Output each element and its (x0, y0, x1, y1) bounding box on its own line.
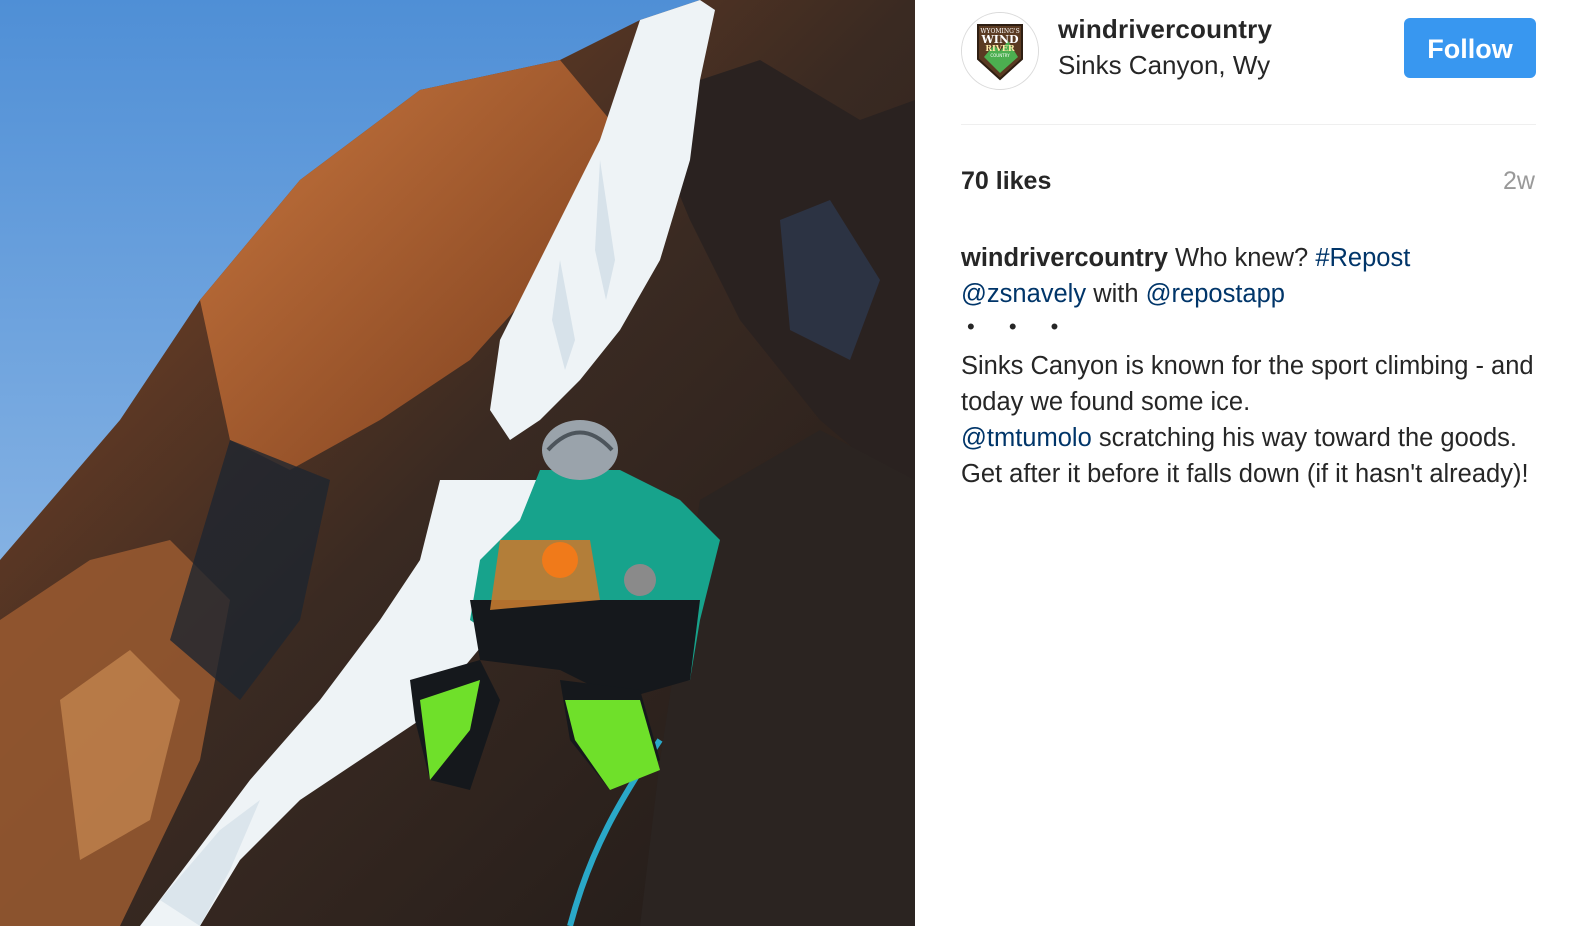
caption-with: with (1093, 280, 1139, 308)
post-location[interactable]: Sinks Canyon, Wy (1058, 50, 1270, 81)
instagram-post: WYOMING'S WIND RIVER COUNTRY windriverco… (0, 0, 1570, 926)
follow-button[interactable]: Follow (1404, 18, 1536, 78)
wind-river-country-logo: WYOMING'S WIND RIVER COUNTRY (962, 13, 1038, 89)
post-caption: windrivercountry Who knew? #Repost @zsna… (961, 240, 1536, 492)
logo-text-3: RIVER (985, 43, 1015, 53)
caption-line-1: Sinks Canyon is known for the sport clim… (961, 352, 1534, 416)
mention-repostapp[interactable]: @repostapp (1146, 280, 1285, 308)
account-username[interactable]: windrivercountry (1058, 14, 1272, 45)
post-timestamp[interactable]: 2w (1503, 167, 1535, 196)
header-divider (961, 124, 1536, 125)
caption-username[interactable]: windrivercountry (961, 244, 1168, 272)
hashtag-repost[interactable]: #Repost (1315, 244, 1410, 272)
logo-text-4: COUNTRY (990, 53, 1010, 58)
avatar[interactable]: WYOMING'S WIND RIVER COUNTRY (961, 12, 1039, 90)
mention-zsnavely[interactable]: @zsnavely (961, 280, 1086, 308)
post-sidebar: WYOMING'S WIND RIVER COUNTRY windriverco… (915, 0, 1570, 926)
caption-intro: Who knew? (1174, 244, 1309, 272)
caption-dots: • • • (967, 314, 1073, 339)
likes-count[interactable]: 70 likes (961, 167, 1051, 196)
post-photo[interactable] (0, 0, 915, 926)
ice-climber-photo (0, 0, 915, 926)
post-header: WYOMING'S WIND RIVER COUNTRY windriverco… (961, 12, 1536, 124)
mention-tmtumolo[interactable]: @tmtumolo (961, 424, 1092, 452)
